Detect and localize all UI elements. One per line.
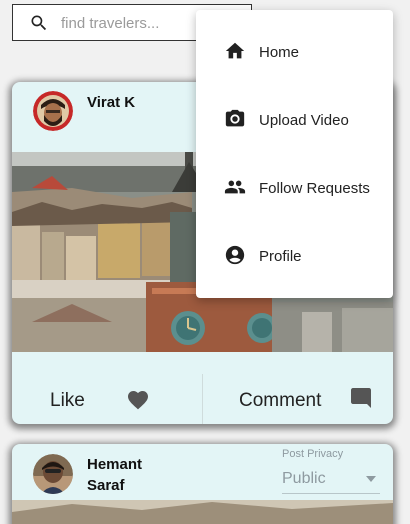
- heart-icon: [128, 391, 148, 410]
- navigation-menu: Home Upload Video Follow Requests Profil…: [196, 10, 393, 298]
- camera-icon: [225, 109, 245, 127]
- home-icon: [225, 42, 245, 59]
- privacy-label: Post Privacy: [282, 448, 344, 460]
- menu-item-label: Follow Requests: [259, 180, 370, 197]
- menu-item-label: Home: [259, 44, 300, 61]
- avatar[interactable]: [33, 91, 73, 131]
- people-icon: [224, 180, 246, 194]
- menu-item-profile[interactable]: Profile: [196, 226, 393, 286]
- menu-item-follow-requests[interactable]: Follow Requests: [196, 158, 393, 218]
- post-author[interactable]: Hemant Saraf: [87, 454, 177, 496]
- privacy-value: Public: [282, 470, 326, 487]
- menu-item-home[interactable]: Home: [196, 22, 393, 82]
- caret-down-icon: [366, 476, 376, 482]
- like-button[interactable]: Like: [12, 352, 202, 424]
- post-card: Hemant Saraf Post Privacy Public: [12, 444, 393, 524]
- avatar[interactable]: [33, 454, 73, 494]
- menu-item-label: Upload Video: [259, 112, 349, 129]
- comment-label: Comment: [239, 390, 322, 411]
- menu-item-label: Profile: [259, 248, 302, 265]
- post-actions: Like Comment: [12, 352, 393, 424]
- menu-item-upload-video[interactable]: Upload Video: [196, 90, 393, 150]
- search-icon: [31, 15, 47, 31]
- comment-icon: [351, 388, 371, 408]
- post-photo[interactable]: [12, 500, 393, 524]
- account-circle-icon: [225, 245, 245, 265]
- privacy-select[interactable]: Public: [282, 468, 380, 494]
- like-label: Like: [50, 390, 85, 411]
- post-author[interactable]: Virat K: [87, 92, 177, 113]
- comment-button[interactable]: Comment: [203, 352, 393, 424]
